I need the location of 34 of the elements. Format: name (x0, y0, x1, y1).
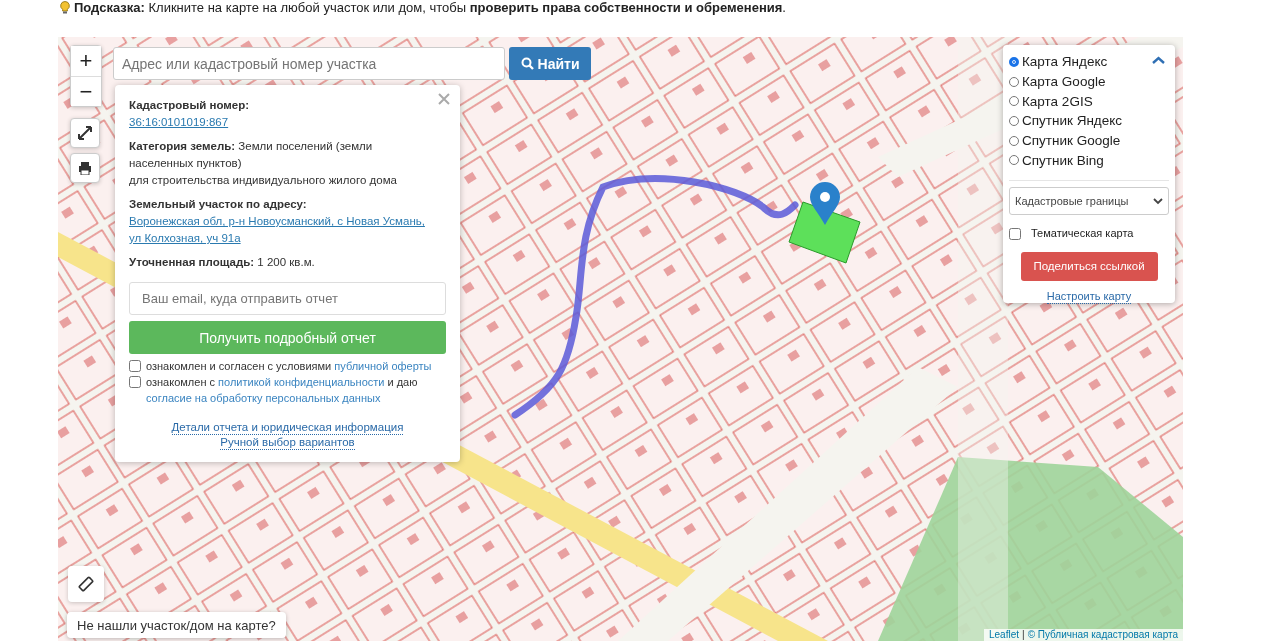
email-field[interactable]: Ваш email, куда отправить отчет (129, 282, 446, 315)
radio-label: Спутник Яндекс (1022, 113, 1123, 129)
field-text: Уточненная площадь: 1 200 кв.м. (129, 255, 316, 270)
attribution-separator: | (1022, 629, 1025, 641)
layer-select[interactable]: Кадастровые границы (1009, 187, 1169, 216)
field-link[interactable]: 36:16:0101019:867 (129, 114, 429, 131)
radio-label: Спутник Bing (1022, 152, 1104, 168)
radio-label: Карта 2GIS (1022, 93, 1093, 109)
link[interactable]: публичной оферты (334, 360, 432, 372)
field-label: Кадастровый номер: (129, 98, 251, 113)
search-button[interactable]: Найти (509, 47, 591, 80)
zoom-out-button[interactable]: − (71, 76, 101, 106)
field-label: Земельный участок по адресу: (129, 197, 308, 212)
not-found-button[interactable]: Не нашли участок/дом на карте? (67, 612, 286, 638)
link[interactable]: политикой конфиденциальности (218, 376, 385, 388)
field-text: Категория земель: Земли поселений (земли населенных пунктов) (129, 139, 374, 171)
link[interactable]: © Публичная кадастровая карта (1027, 629, 1178, 641)
radio-label: Карта Google (1022, 74, 1106, 90)
field-note: для строительства индивидуального жилого дома (129, 173, 398, 188)
map-settings-link[interactable]: Настроить карту (1046, 288, 1132, 304)
radio-label: Спутник Google (1022, 133, 1121, 149)
link[interactable]: Ручной выбор вариантов (220, 435, 355, 450)
consent-text: ознакомлен и согласен с условиями публичной оферты (146, 359, 432, 374)
link[interactable]: согласие на обработку персональных данных (146, 392, 381, 404)
hint-text: Подсказка: Кликните на карте на любой участок или дом, чтобы проверить права собственности и обременения. (74, 0, 786, 15)
zoom-in-button[interactable]: + (71, 46, 101, 76)
consent-text: ознакомлен с политикой конфиденциальности и даю согласие на обработку персональных данных (146, 375, 419, 406)
field-link[interactable]: Воронежская обл, р-н Новоусманский, с Новая Усмань, ул Колхозная, уч 91а (129, 213, 429, 247)
search-field[interactable]: Адрес или кадастровый номер участка (113, 47, 505, 80)
link[interactable]: Leaflet (989, 629, 1019, 641)
checkbox-label: Тематическая карта (1031, 226, 1134, 239)
radio-label: Карта Яндекс (1022, 54, 1108, 70)
share-button[interactable]: Поделиться ссылкой (1020, 251, 1158, 281)
link[interactable]: Детали отчета и юридическая информация (171, 420, 404, 435)
